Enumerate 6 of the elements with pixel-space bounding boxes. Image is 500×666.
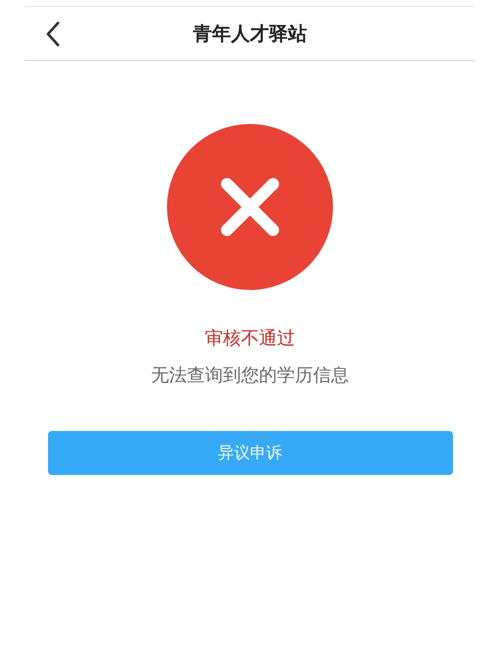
- status-text: 审核不通过: [205, 327, 295, 350]
- back-icon[interactable]: [45, 21, 61, 47]
- appeal-button[interactable]: 异议申诉: [48, 431, 452, 475]
- page-title: 青年人才驿站: [193, 22, 307, 46]
- message-text: 无法查询到您的学历信息: [151, 364, 349, 387]
- error-icon: [167, 124, 333, 290]
